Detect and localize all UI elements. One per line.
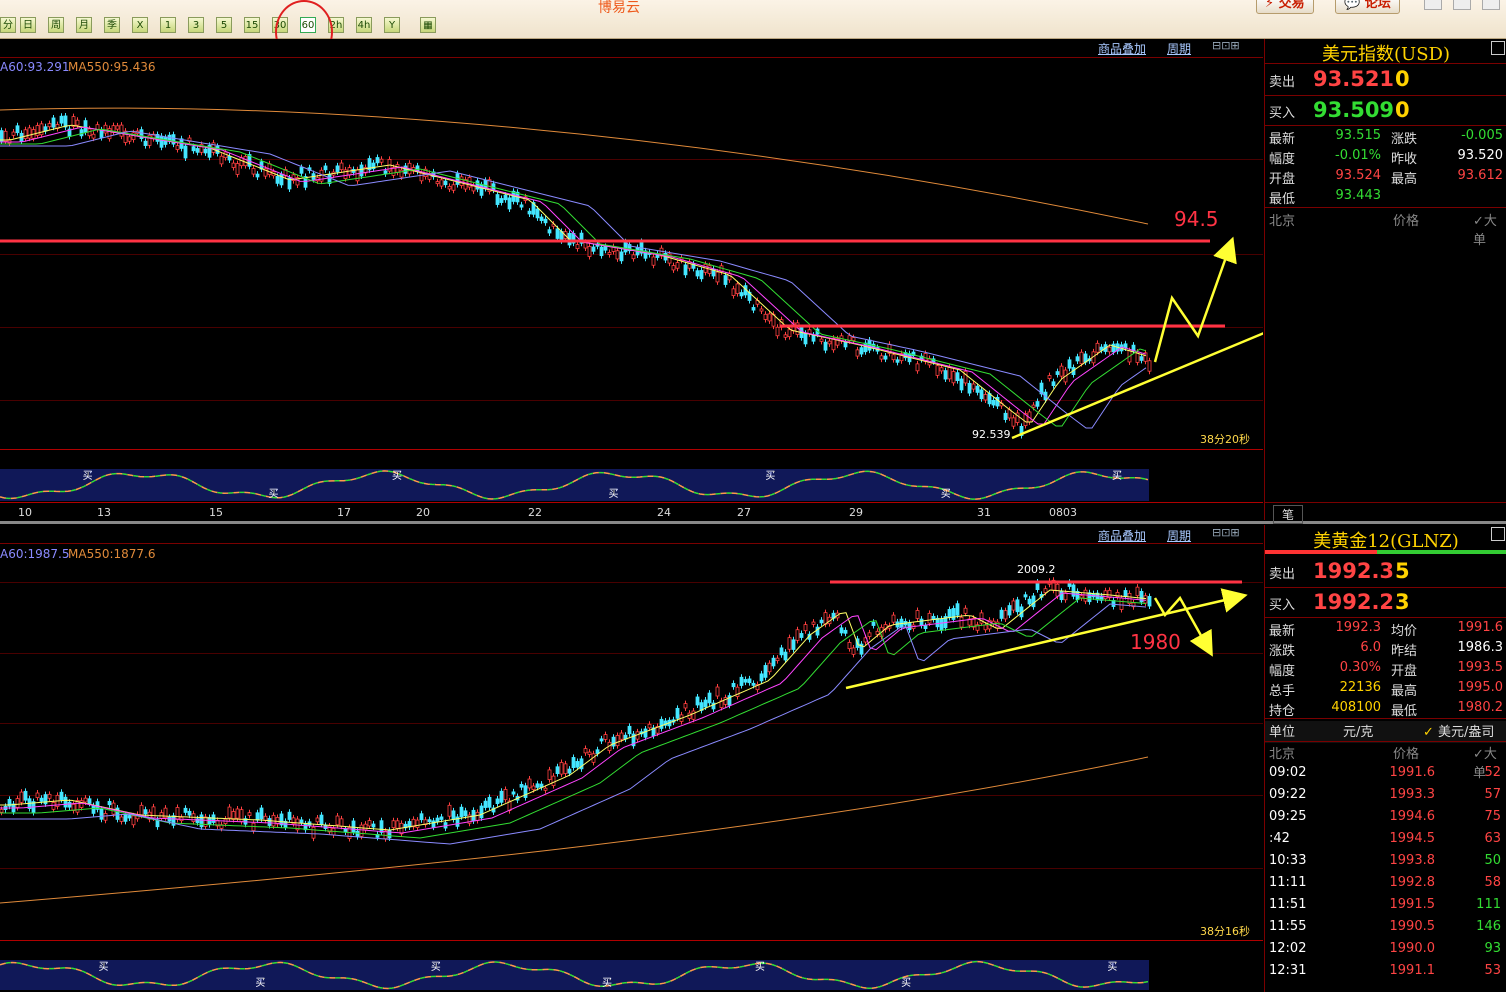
quote-field: 最新: [1269, 624, 1296, 639]
minimize-icon[interactable]: [1424, 0, 1442, 10]
usd-quote-panel: 美元指数(USD) 卖出 93.521 0 买入 93.509 0 最新 93.5…: [1264, 39, 1506, 524]
buy-price: 93.509: [1313, 98, 1395, 122]
quote-field: 最低: [1269, 192, 1296, 207]
buy-label: 买入: [1269, 598, 1296, 613]
countdown-timer: 38分20秒: [1200, 432, 1250, 446]
buy-sell-bar-sell: [1265, 550, 1377, 554]
quote-field: 6.0: [1360, 640, 1381, 655]
quote-field: 22136: [1339, 680, 1381, 695]
gold-quote-panel: 美黄金12(GLNZ) 卖出 1992.3 5 买入 1992.2 3 最新 19…: [1264, 525, 1506, 992]
quote-field: 开盘: [1391, 664, 1418, 679]
quote-field: 93.515: [1335, 128, 1382, 143]
tick-row: 12:31 1991.1 53: [1269, 963, 1501, 978]
quote-field: 均价: [1391, 624, 1418, 639]
trade-label: 交易: [1278, 0, 1305, 11]
quote-field: 1986.3: [1457, 640, 1504, 655]
tick-row: 12:02 1990.0 93: [1269, 941, 1501, 956]
tick-header: 北京 价格 ✓大单: [1269, 214, 1497, 248]
buy-volume: 3: [1395, 590, 1410, 614]
quote-field: 总手: [1269, 684, 1296, 699]
countdown-timer: 38分16秒: [1200, 924, 1250, 938]
quote-field: 最高: [1391, 684, 1418, 699]
svg-text:买: 买: [431, 961, 441, 973]
svg-text:买: 买: [268, 488, 278, 500]
quote-field: 1993.5: [1457, 660, 1504, 675]
low-price-label: 92.539: [972, 428, 1011, 441]
quote-field: 1991.6: [1457, 620, 1504, 635]
svg-text:买: 买: [755, 961, 765, 973]
quote-field: 最新: [1269, 132, 1296, 147]
chart-canvas: 买买买买买买买 买买买买买买买 94.5 92.539 38分20秒 1980 …: [0, 107, 1263, 990]
panel-toggle-icon[interactable]: [1491, 41, 1505, 55]
svg-text:买: 买: [1107, 961, 1117, 973]
svg-text:买: 买: [765, 470, 775, 482]
quote-field: -0.01%: [1335, 148, 1381, 163]
quote-field: 持仓: [1269, 704, 1296, 719]
tick-row: 11:55 1990.5 146: [1269, 919, 1501, 934]
svg-text:买: 买: [901, 977, 911, 989]
quote-field: 最低: [1391, 704, 1418, 719]
tick-row: 11:11 1992.8 58: [1269, 875, 1501, 890]
trade-button[interactable]: ⚡ 交易: [1256, 0, 1314, 14]
forum-button[interactable]: 💬 论坛: [1335, 0, 1400, 14]
sell-price: 93.521: [1313, 67, 1395, 91]
quote-field: 昨结: [1391, 644, 1418, 659]
buy-volume: 0: [1395, 98, 1410, 122]
quote-field: 93.524: [1335, 168, 1382, 183]
tick-row: 09:22 1993.3 57: [1269, 787, 1501, 802]
target-label: 94.5: [1174, 207, 1219, 231]
quote-field: 1980.2: [1457, 700, 1504, 715]
maximize-icon[interactable]: [1453, 0, 1471, 10]
high-price-label: 2009.2: [1017, 563, 1056, 576]
unit-row: 单位 元/克 ✓ 美元/盎司: [1265, 721, 1506, 743]
svg-text:买: 买: [83, 470, 93, 482]
panel-toggle-icon[interactable]: [1491, 527, 1505, 541]
buy-label: 买入: [1269, 106, 1296, 121]
tick-row: 11:51 1991.5 111: [1269, 897, 1501, 912]
quote-field: 1995.0: [1457, 680, 1504, 695]
svg-text:买: 买: [255, 977, 265, 989]
quote-field: 93.520: [1457, 148, 1504, 163]
quote-field: 1992.3: [1335, 620, 1382, 635]
sell-price: 1992.3: [1313, 559, 1395, 583]
buy-price: 1992.2: [1313, 590, 1395, 614]
quote-field: 涨跌: [1269, 644, 1296, 659]
quote-field: 408100: [1331, 700, 1381, 715]
forecast-arrow: [1153, 236, 1237, 363]
quote-field: 开盘: [1269, 172, 1296, 187]
close-icon[interactable]: [1482, 0, 1500, 10]
forum-label: 论坛: [1364, 0, 1391, 11]
tick-row: 09:02 1991.6 52: [1269, 765, 1501, 780]
tick-row: 10:33 1993.8 50: [1269, 853, 1501, 868]
quote-field: 0.30%: [1339, 660, 1381, 675]
quote-field: 幅度: [1269, 152, 1296, 167]
quote-field: 昨收: [1391, 152, 1418, 167]
buy-sell-bar-buy: [1377, 550, 1506, 554]
quote-field: 涨跌: [1391, 132, 1418, 147]
svg-text:买: 买: [609, 488, 619, 500]
tick-row: 09:25 1994.6 75: [1269, 809, 1501, 824]
quote-field: 幅度: [1269, 664, 1296, 679]
svg-text:买: 买: [1112, 470, 1122, 482]
quote-field: 93.443: [1335, 188, 1382, 203]
quote-field: 93.612: [1457, 168, 1504, 183]
tick-tab[interactable]: 笔: [1273, 505, 1303, 524]
sell-label: 卖出: [1269, 75, 1296, 90]
tick-header: 北京 价格 ✓大单: [1269, 747, 1497, 781]
sell-volume: 0: [1395, 67, 1410, 91]
sell-label: 卖出: [1269, 567, 1296, 582]
target-label: 1980: [1130, 630, 1181, 654]
svg-text:买: 买: [99, 961, 109, 973]
quote-field: -0.005: [1461, 128, 1503, 143]
svg-text:买: 买: [602, 977, 612, 989]
quote-field: 最高: [1391, 172, 1418, 187]
tick-row: :42 1994.5 63: [1269, 831, 1501, 846]
svg-text:买: 买: [941, 488, 951, 500]
sell-volume: 5: [1395, 559, 1410, 583]
svg-text:买: 买: [392, 470, 402, 482]
